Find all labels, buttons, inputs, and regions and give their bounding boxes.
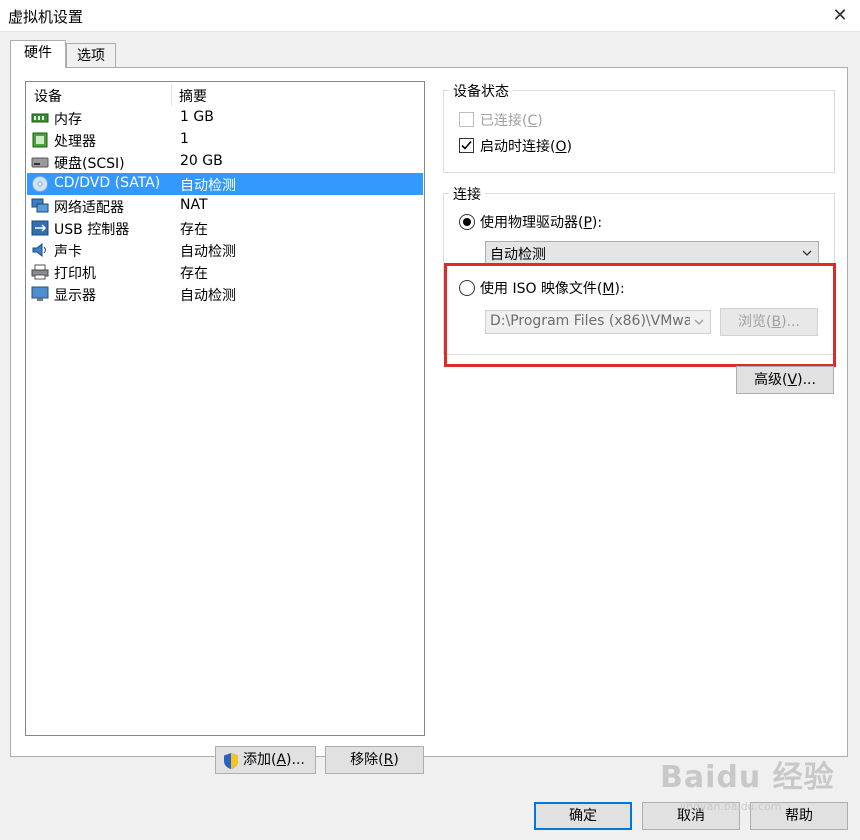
printer-icon [31, 264, 49, 280]
tab-hardware[interactable]: 硬件 [10, 40, 66, 68]
physical-drive-label: 使用物理驱动器(P): [480, 215, 603, 231]
device-summary: 自动检测 [180, 244, 236, 260]
connection-title: 连接 [449, 184, 485, 204]
column-header-summary[interactable]: 摘要 [179, 86, 207, 106]
column-divider[interactable] [171, 84, 172, 106]
device-summary: 20 GB [180, 153, 223, 169]
device-summary: 1 GB [180, 109, 214, 125]
advanced-button[interactable]: 高级(V)... [736, 366, 834, 394]
sound-card-icon [32, 242, 46, 258]
connect-at-power-on-label: 启动时连接(O) [480, 139, 572, 155]
advanced-button-label: 高级(V)... [754, 372, 816, 388]
device-name: USB 控制器 [54, 222, 130, 238]
device-summary: NAT [180, 197, 208, 213]
cd-dvd-icon [32, 176, 48, 192]
list-item-hard-disk[interactable]: 硬盘(SCSI) 20 GB [27, 151, 423, 173]
device-name: 显示器 [54, 288, 96, 304]
processor-icon [32, 132, 48, 148]
device-name: 硬盘(SCSI) [54, 156, 125, 172]
baidu-jingyan-watermark: Baidu 经验 [660, 760, 835, 795]
column-header-device[interactable]: 设备 [34, 86, 62, 106]
remove-button[interactable]: 移除(R) [325, 746, 424, 774]
device-summary: 存在 [180, 222, 208, 238]
title-bar [0, 0, 860, 32]
connected-checkbox[interactable] [459, 112, 474, 127]
connect-at-power-on-checkbox[interactable] [459, 138, 474, 153]
device-name: CD/DVD (SATA) [54, 175, 161, 191]
usb-icon [31, 220, 49, 236]
device-summary: 自动检测 [180, 288, 236, 304]
physical-drive-select[interactable]: 自动检测 [485, 241, 819, 265]
add-button-label: 添加(A)... [243, 752, 305, 768]
physical-drive-radio[interactable] [459, 214, 475, 230]
remove-button-label: 移除(R) [350, 752, 399, 768]
list-item-cd-dvd[interactable]: CD/DVD (SATA) 自动检测 [27, 173, 423, 195]
device-summary: 存在 [180, 266, 208, 282]
device-summary: 1 [180, 131, 189, 147]
device-list[interactable]: 设备 摘要 内存 1 GB 处理器 1 硬盘(SCSI) 20 GB CD/DV… [25, 81, 425, 736]
network-adapter-icon [31, 198, 49, 213]
list-item-memory[interactable]: 内存 1 GB [27, 107, 423, 129]
uac-shield-icon [224, 753, 238, 769]
list-item-display[interactable]: 显示器 自动检测 [27, 283, 423, 305]
ok-button[interactable]: 确定 [534, 802, 632, 830]
close-button[interactable]: ✕ [826, 2, 854, 30]
device-name: 处理器 [54, 134, 96, 150]
device-name: 网络适配器 [54, 200, 124, 216]
list-item-network-adapter[interactable]: 网络适配器 NAT [27, 195, 423, 217]
memory-icon [31, 113, 49, 123]
display-icon [31, 286, 49, 301]
list-item-printer[interactable]: 打印机 存在 [27, 261, 423, 283]
device-status-group [443, 90, 835, 173]
connected-label: 已连接(C) [480, 113, 543, 129]
device-name: 内存 [54, 112, 82, 128]
watermark-url: jingyan.baidu.com [680, 800, 782, 813]
tab-options[interactable]: 选项 [66, 43, 116, 69]
list-item-usb-controller[interactable]: USB 控制器 存在 [27, 217, 423, 239]
device-summary: 自动检测 [180, 178, 236, 194]
device-name: 打印机 [54, 266, 96, 282]
window-title: 虚拟机设置 [8, 8, 84, 26]
list-item-sound-card[interactable]: 声卡 自动检测 [27, 239, 423, 261]
device-status-title: 设备状态 [449, 81, 513, 101]
checkmark-icon [461, 140, 472, 150]
chevron-down-icon [802, 250, 812, 256]
highlight-box [444, 263, 836, 367]
list-item-processor[interactable]: 处理器 1 [27, 129, 423, 151]
physical-drive-value: 自动检测 [490, 247, 546, 263]
hard-disk-icon [31, 157, 49, 168]
add-button[interactable]: 添加(A)... [215, 746, 316, 774]
device-name: 声卡 [54, 244, 82, 260]
